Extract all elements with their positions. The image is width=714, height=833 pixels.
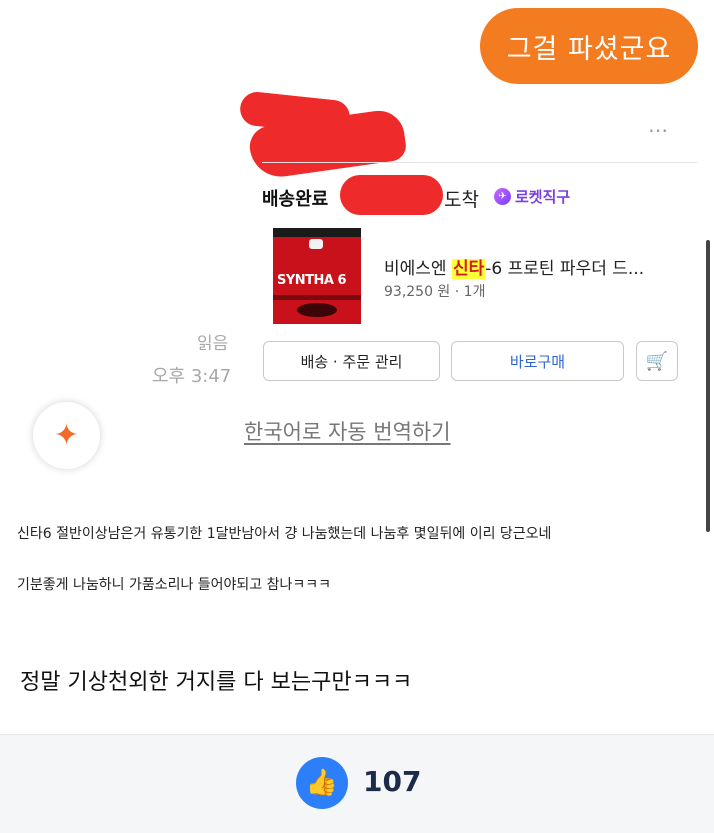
- add-to-cart-button[interactable]: 🛒: [636, 341, 678, 381]
- more-options-icon[interactable]: ⋯: [648, 118, 669, 142]
- product-price: 93,250 원 · 1개: [384, 284, 486, 300]
- scrollbar[interactable]: [706, 240, 710, 532]
- product-image[interactable]: SYNTHA 6: [273, 228, 361, 324]
- like-count: 107: [363, 765, 422, 798]
- card-divider: [262, 162, 697, 163]
- arrival-label: 도착: [444, 189, 479, 211]
- order-manage-button[interactable]: 배송 · 주문 관리: [263, 341, 440, 381]
- product-name[interactable]: 비에스엔 신타-6 프로틴 파우더 드...: [384, 254, 644, 279]
- post-text-line: 기분좋게 나눔하니 가품소리나 들어야되고 참나ㅋㅋㅋ: [17, 577, 332, 593]
- delivery-status: 배송완료: [262, 189, 329, 210]
- product-name-suffix: -6 프로틴 파우더 드...: [485, 259, 645, 279]
- thumbs-up-icon: 👍: [305, 768, 339, 798]
- ai-translate-button[interactable]: ✦: [33, 402, 100, 469]
- product-image-stripe: [273, 295, 361, 300]
- product-logo: [309, 239, 323, 249]
- product-name-highlight: 신타: [451, 259, 486, 279]
- censor-mark: [340, 175, 443, 215]
- message-time: 오후 3:47: [152, 366, 232, 387]
- read-receipt: 읽음: [197, 334, 229, 354]
- rocket-icon: ✈: [494, 188, 511, 205]
- reply-comment: 정말 기상천외한 거지를 다 보는구만ㅋㅋㅋ: [20, 670, 413, 695]
- auto-translate-link[interactable]: 한국어로 자동 번역하기: [244, 416, 451, 446]
- buy-now-button[interactable]: 바로구매: [451, 341, 624, 381]
- post-text-line: 신타6 절반이상남은거 유통기한 1달반남아서 걍 나눔했는데 나눔후 몇일뒤에…: [17, 526, 552, 542]
- product-image-scoop: [297, 303, 337, 317]
- sparkle-icon: ✦: [53, 418, 80, 453]
- chat-bubble: 그걸 파셨군요: [480, 8, 698, 84]
- rocket-badge-label: 로켓직구: [515, 188, 571, 206]
- product-name-prefix: 비에스엔: [384, 259, 452, 279]
- like-button[interactable]: 👍: [296, 757, 348, 809]
- cart-icon: 🛒: [645, 350, 669, 372]
- rocket-direct-badge: ✈ 로켓직구: [494, 186, 570, 207]
- footer-bar: [0, 734, 714, 833]
- product-image-brand: SYNTHA 6: [277, 273, 347, 288]
